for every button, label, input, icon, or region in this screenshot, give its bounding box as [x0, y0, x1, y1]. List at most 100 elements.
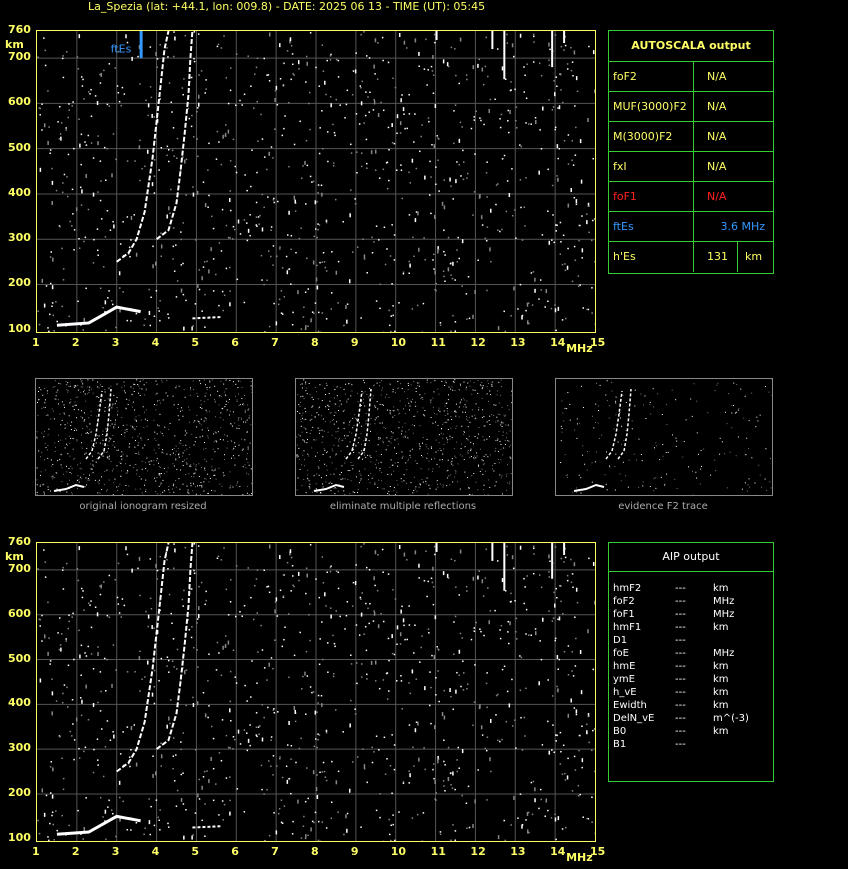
noise-pixel [132, 426, 134, 428]
noise-pixel [172, 395, 174, 397]
noise-pixel [159, 493, 161, 495]
noise-pixel [370, 660, 373, 665]
noise-pixel [496, 48, 499, 50]
noise-pixel [375, 417, 377, 419]
noise-pixel [97, 759, 99, 761]
noise-pixel [335, 468, 337, 470]
noise-pixel [303, 440, 305, 442]
noise-pixel [111, 423, 113, 425]
aip-param: B1 [613, 739, 627, 750]
noise-pixel [321, 261, 324, 263]
noise-pixel [201, 785, 203, 790]
noise-pixel [87, 134, 90, 137]
noise-pixel [486, 672, 488, 674]
noise-pixel [564, 44, 567, 47]
noise-pixel [142, 379, 144, 381]
noise-pixel [322, 486, 324, 488]
noise-pixel [642, 481, 644, 483]
noise-pixel [422, 812, 425, 814]
noise-pixel [301, 464, 303, 466]
noise-pixel [55, 810, 57, 812]
noise-pixel [432, 55, 434, 60]
noise-pixel [467, 477, 469, 479]
noise-pixel [177, 403, 179, 405]
noise-pixel [87, 393, 89, 395]
noise-pixel [36, 436, 38, 438]
noise-pixel [315, 488, 317, 490]
noise-pixel [434, 615, 437, 620]
noise-pixel [389, 486, 391, 488]
noise-pixel [408, 214, 411, 216]
noise-pixel [184, 34, 187, 37]
noise-pixel [434, 214, 436, 219]
noise-pixel [517, 308, 519, 310]
noise-pixel [197, 666, 199, 668]
noise-pixel [302, 412, 304, 414]
noise-pixel [591, 821, 593, 824]
noise-pixel [147, 114, 149, 117]
noise-pixel [148, 310, 151, 315]
noise-pixel [321, 415, 323, 417]
noise-pixel [575, 637, 577, 640]
noise-pixel [104, 300, 107, 305]
noise-pixel [211, 489, 213, 491]
noise-pixel [300, 227, 302, 229]
noise-pixel [302, 439, 304, 441]
noise-pixel [577, 275, 580, 277]
noise-pixel [633, 453, 635, 455]
noise-pixel [467, 382, 469, 384]
noise-pixel [194, 812, 197, 814]
aip-row: ymE --- km [613, 674, 769, 687]
noise-pixel [392, 410, 394, 412]
noise-pixel [544, 815, 546, 817]
noise-pixel [561, 319, 564, 321]
noise-pixel [360, 101, 363, 106]
noise-pixel [173, 404, 175, 406]
noise-pixel [438, 434, 440, 436]
noise-pixel [449, 438, 451, 440]
noise-pixel [502, 454, 504, 456]
noise-pixel [205, 392, 207, 394]
noise-pixel [342, 478, 344, 480]
noise-pixel [382, 488, 384, 490]
noise-pixel [41, 614, 43, 617]
noise-pixel [744, 453, 746, 455]
noise-pixel [131, 56, 133, 61]
noise-pixel [39, 399, 41, 401]
noise-pixel [108, 574, 111, 577]
o-mode-trace [116, 31, 170, 263]
noise-pixel [577, 794, 580, 797]
noise-pixel [400, 680, 403, 682]
noise-pixel [365, 420, 367, 422]
noise-pixel [153, 419, 155, 421]
noise-pixel [434, 380, 436, 382]
noise-pixel [257, 651, 259, 653]
noise-pixel [210, 247, 212, 252]
noise-pixel [439, 448, 441, 450]
noise-pixel [278, 807, 281, 810]
thumbnail-caption: evidence F2 trace [618, 501, 708, 512]
noise-pixel [167, 395, 169, 397]
noise-pixel [67, 153, 70, 156]
noise-pixel [400, 433, 402, 435]
noise-pixel [282, 83, 285, 86]
noise-pixel [127, 404, 129, 406]
noise-pixel [500, 624, 503, 627]
noise-pixel [43, 812, 46, 817]
noise-pixel [675, 399, 677, 401]
noise-pixel [197, 155, 199, 158]
noise-pixel [241, 418, 243, 420]
noise-pixel [321, 441, 323, 443]
noise-pixel [579, 284, 581, 286]
noise-pixel [217, 43, 220, 46]
noise-pixel [282, 595, 285, 597]
noise-pixel [601, 434, 603, 436]
noise-pixel [193, 476, 195, 478]
noise-pixel [141, 468, 143, 470]
noise-pixel [80, 410, 82, 412]
noise-pixel [261, 279, 263, 281]
noise-pixel [548, 554, 550, 559]
noise-pixel [36, 493, 38, 495]
noise-pixel [52, 478, 54, 480]
noise-pixel [283, 805, 286, 807]
